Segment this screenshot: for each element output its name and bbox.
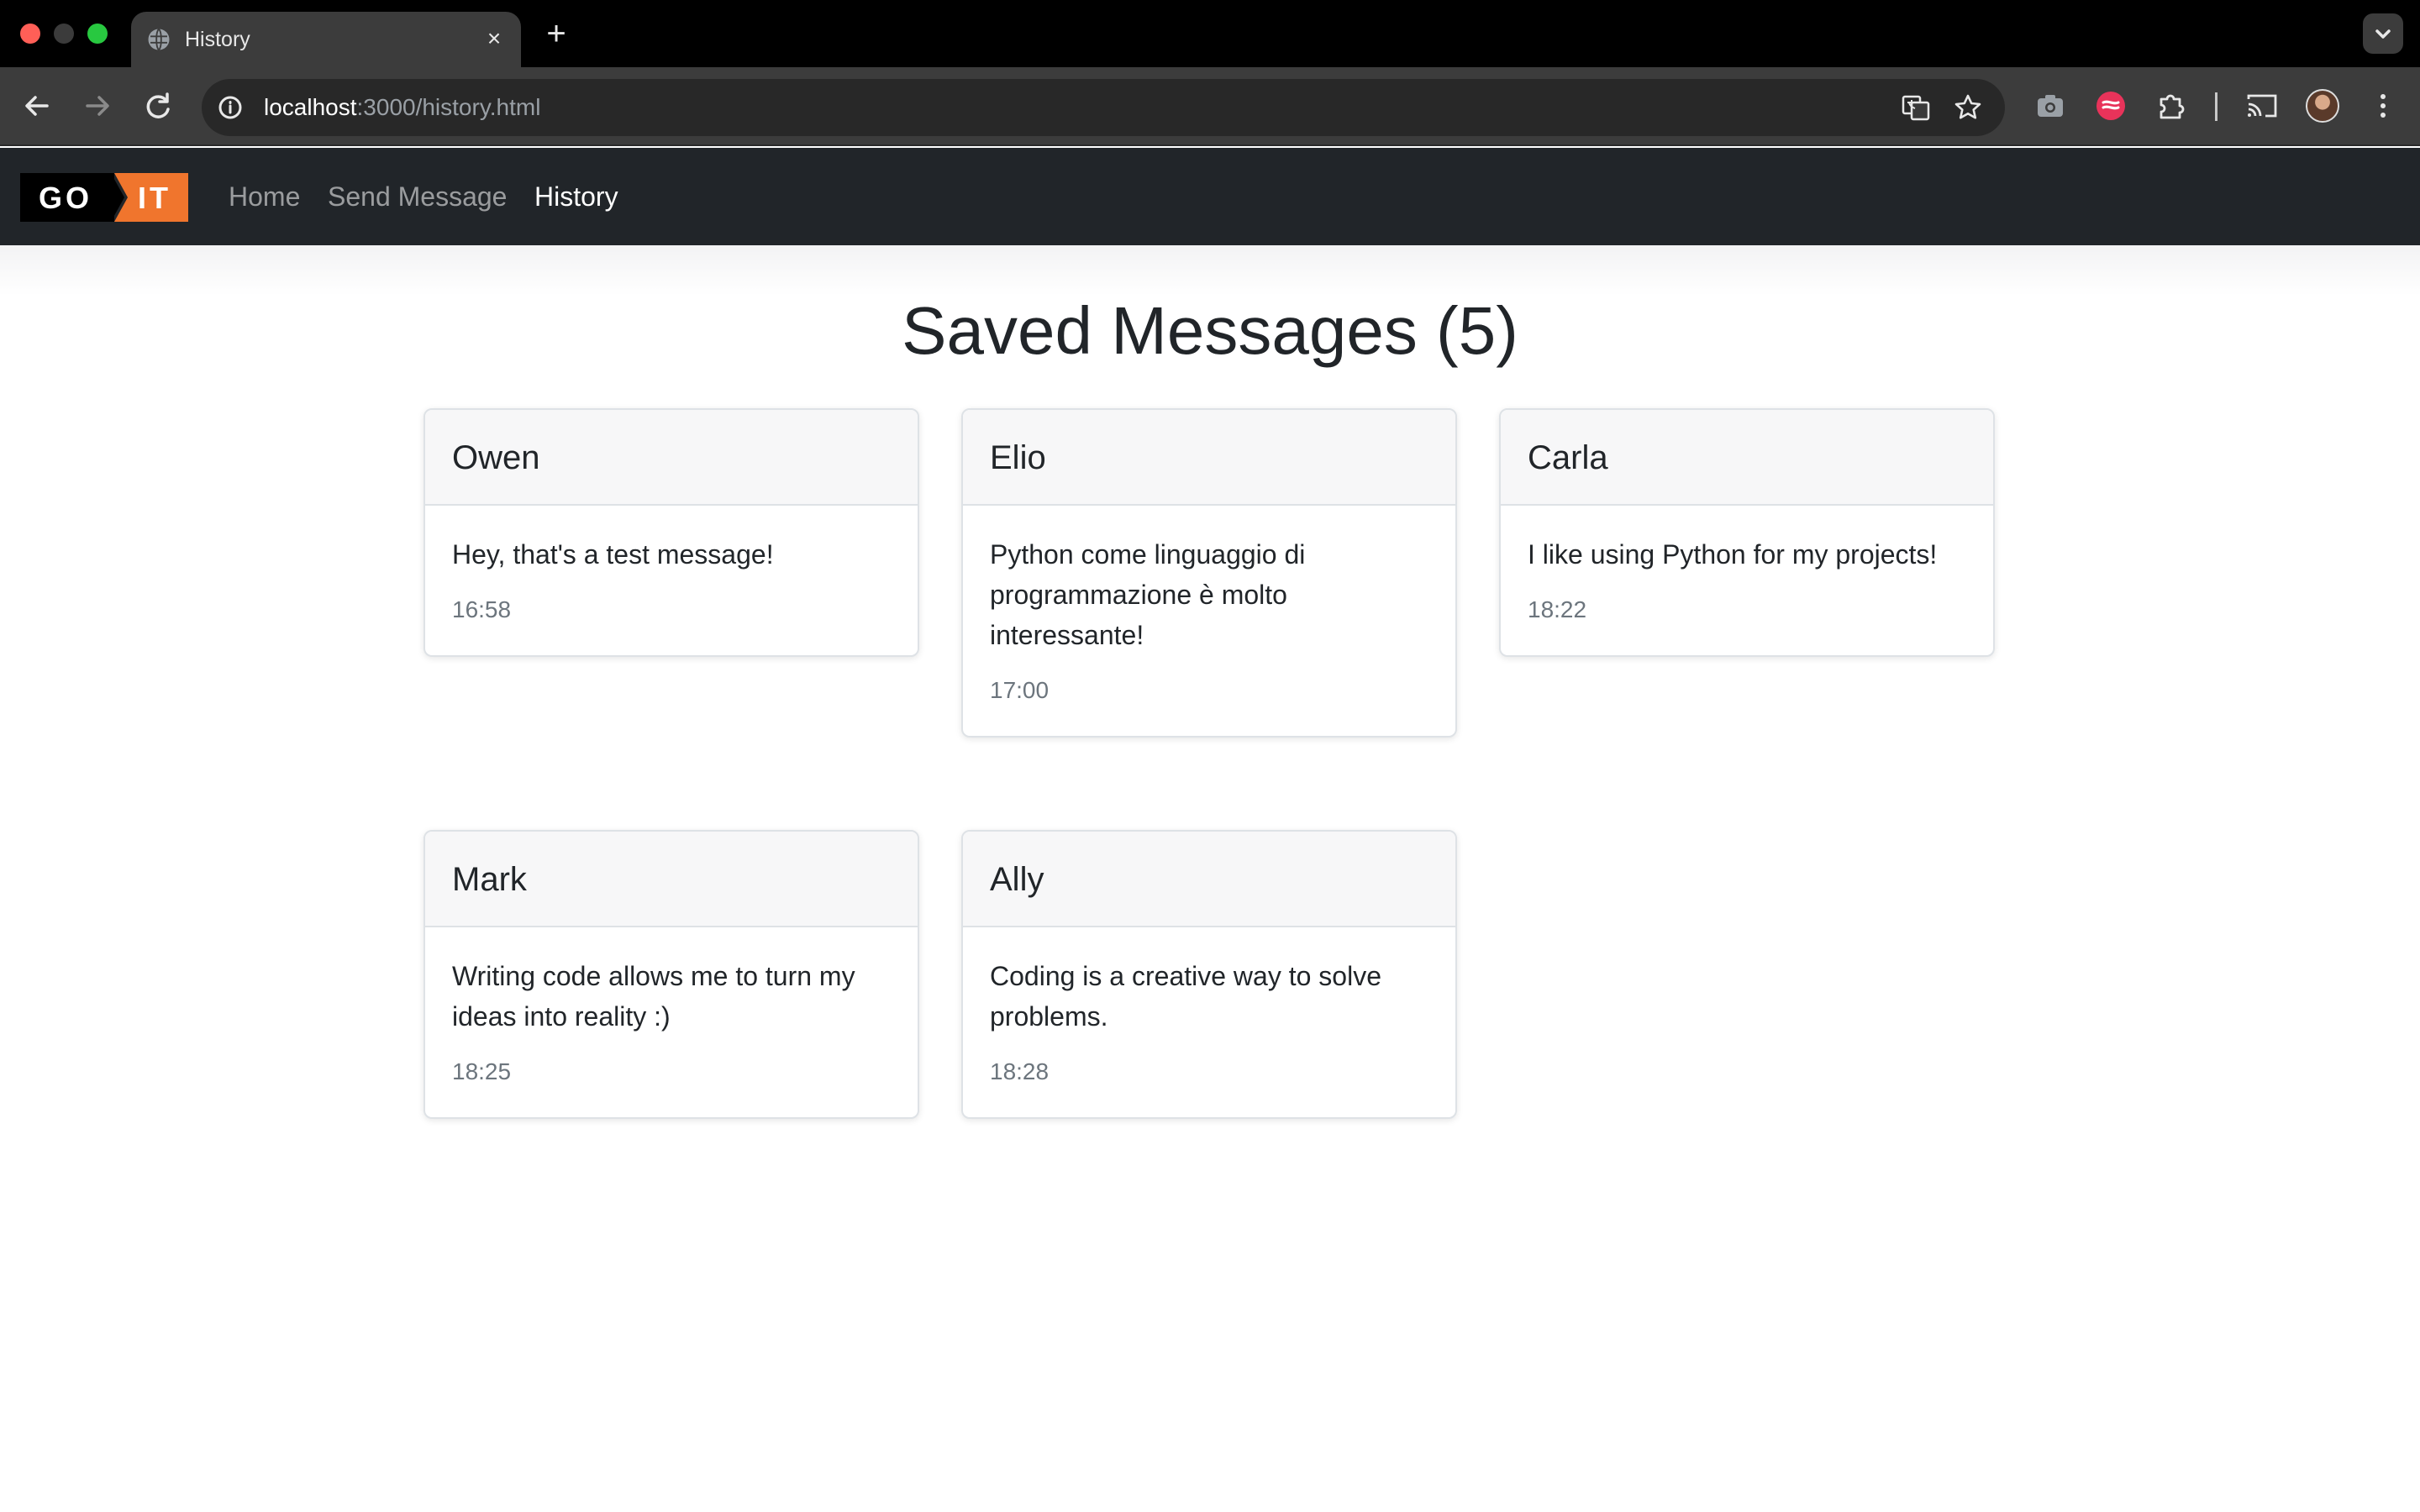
window-close-button[interactable] bbox=[20, 24, 40, 44]
window-zoom-button[interactable] bbox=[87, 24, 108, 44]
message-card: Ally Coding is a creative way to solve p… bbox=[961, 830, 1457, 1119]
page-title: Saved Messages (5) bbox=[902, 293, 1518, 368]
bookmark-star-icon[interactable] bbox=[1953, 92, 1983, 123]
back-icon[interactable] bbox=[17, 86, 57, 126]
message-author: Elio bbox=[963, 410, 1455, 506]
message-time: 18:22 bbox=[1528, 596, 1587, 622]
message-card: Carla I like using Python for my project… bbox=[1499, 408, 1995, 657]
nav-link-history[interactable]: History bbox=[534, 180, 618, 213]
cast-icon[interactable] bbox=[2245, 89, 2279, 123]
puzzle-extensions-icon[interactable] bbox=[2154, 89, 2188, 123]
message-text: Python come linguaggio di programmazione… bbox=[990, 539, 1306, 650]
message-text: Writing code allows me to turn my ideas … bbox=[452, 961, 855, 1032]
logo-it-text: IT bbox=[138, 181, 171, 215]
toolbar-divider bbox=[2215, 92, 2217, 121]
nav-link-home[interactable]: Home bbox=[229, 180, 300, 213]
message-body: Coding is a creative way to solve proble… bbox=[963, 927, 1455, 1117]
message-text: I like using Python for my projects! bbox=[1528, 539, 1938, 570]
translate-icon[interactable] bbox=[1901, 92, 1931, 123]
goit-logo[interactable]: GO IT bbox=[20, 173, 188, 222]
camera-extension-icon[interactable] bbox=[2033, 89, 2067, 123]
red-extension-icon[interactable] bbox=[2094, 89, 2128, 123]
logo-go-text: GO bbox=[39, 181, 92, 215]
tab-search-icon[interactable] bbox=[2363, 13, 2403, 54]
message-card: Elio Python come linguaggio di programma… bbox=[961, 408, 1457, 738]
message-time: 16:58 bbox=[452, 596, 512, 622]
message-author: Mark bbox=[425, 832, 918, 927]
message-body: Python come linguaggio di programmazione… bbox=[963, 506, 1455, 736]
browser-tab-history[interactable]: History × bbox=[131, 12, 521, 67]
url-host: localhost bbox=[264, 94, 357, 120]
more-menu-icon[interactable] bbox=[2366, 89, 2400, 123]
tab-title: History bbox=[185, 28, 250, 51]
message-body: I like using Python for my projects! 18:… bbox=[1501, 506, 1993, 655]
site-navbar: GO IT Home Send Message History bbox=[0, 148, 2420, 245]
message-time: 18:28 bbox=[990, 1058, 1050, 1084]
reload-icon[interactable] bbox=[138, 86, 178, 126]
address-bar[interactable]: localhost:3000/history.html bbox=[202, 79, 2005, 136]
url-path: :3000/history.html bbox=[356, 94, 541, 120]
message-card: Owen Hey, that's a test message! 16:58 bbox=[424, 408, 919, 657]
message-card: Mark Writing code allows me to turn my i… bbox=[424, 830, 919, 1119]
forward-icon[interactable] bbox=[77, 86, 118, 126]
message-author: Ally bbox=[963, 832, 1455, 927]
browser-tab-strip: History × + bbox=[0, 0, 2420, 67]
message-text: Hey, that's a test message! bbox=[452, 539, 774, 570]
web-page: GO IT Home Send Message History Saved Me… bbox=[0, 148, 2420, 1512]
message-text: Coding is a creative way to solve proble… bbox=[990, 961, 1381, 1032]
new-tab-button[interactable]: + bbox=[538, 15, 575, 52]
window-minimize-button[interactable] bbox=[54, 24, 74, 44]
message-time: 18:25 bbox=[452, 1058, 512, 1084]
site-info-icon[interactable] bbox=[212, 89, 249, 126]
message-author: Owen bbox=[425, 410, 918, 506]
nav-link-send-message[interactable]: Send Message bbox=[328, 180, 507, 213]
url-text: localhost:3000/history.html bbox=[264, 92, 540, 123]
navbar-shadow bbox=[0, 245, 2420, 296]
globe-icon bbox=[148, 28, 170, 51]
profile-avatar[interactable] bbox=[2306, 89, 2339, 123]
browser-toolbar: localhost:3000/history.html bbox=[0, 67, 2420, 146]
tab-close-icon[interactable]: × bbox=[479, 24, 509, 54]
message-author: Carla bbox=[1501, 410, 1993, 506]
message-body: Writing code allows me to turn my ideas … bbox=[425, 927, 918, 1117]
message-time: 17:00 bbox=[990, 677, 1050, 703]
message-body: Hey, that's a test message! 16:58 bbox=[425, 506, 918, 655]
